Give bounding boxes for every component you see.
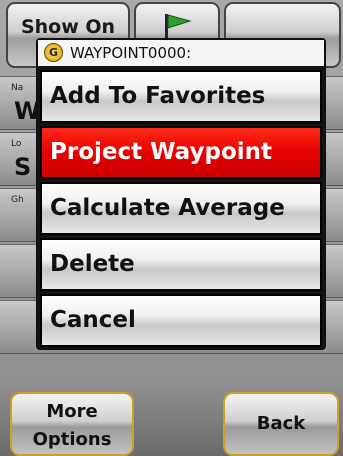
more-options-label-line2: Options bbox=[32, 429, 112, 450]
delete-button[interactable]: Delete bbox=[40, 238, 322, 291]
back-button[interactable]: Back bbox=[223, 392, 339, 456]
cancel-button[interactable]: Cancel bbox=[40, 294, 322, 347]
calculate-average-button[interactable]: Calculate Average bbox=[40, 182, 322, 235]
location-field-label: Lo bbox=[11, 139, 22, 149]
menu-title-bar: G WAYPOINT0000: bbox=[38, 40, 324, 66]
ghost-field-label: Gh bbox=[11, 195, 24, 205]
back-label: Back bbox=[256, 413, 306, 434]
name-field-label: Na bbox=[11, 83, 24, 93]
add-to-favorites-button[interactable]: Add To Favorites bbox=[40, 70, 322, 123]
geocache-logo-icon: G bbox=[44, 43, 63, 62]
show-on-label: Show On bbox=[20, 16, 116, 38]
more-options-label-line1: More bbox=[46, 401, 98, 422]
location-field-value: S bbox=[14, 153, 32, 181]
project-waypoint-button[interactable]: Project Waypoint bbox=[40, 126, 322, 179]
menu-title: WAYPOINT0000: bbox=[70, 44, 192, 62]
waypoint-options-menu: G WAYPOINT0000: Add To Favorites Project… bbox=[36, 38, 326, 350]
more-options-button[interactable]: More Options bbox=[10, 392, 134, 456]
